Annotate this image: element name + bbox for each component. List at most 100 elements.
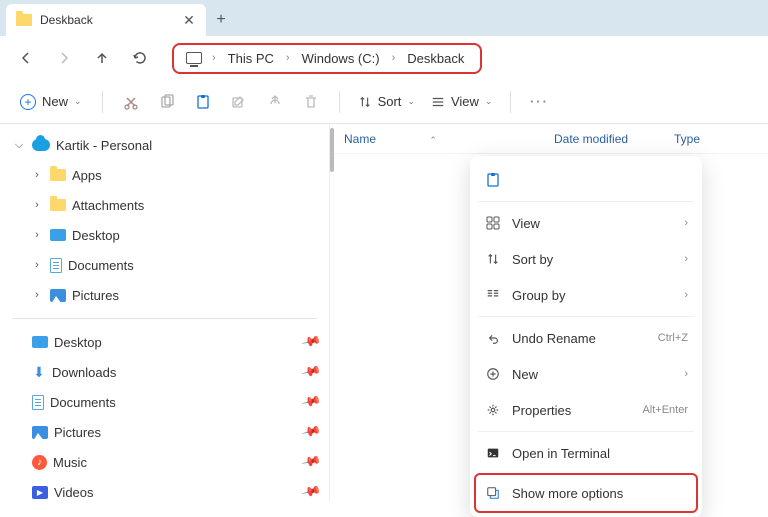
breadcrumb-drive[interactable]: Windows (C:) xyxy=(298,49,384,68)
chevron-right-icon: › xyxy=(388,52,400,64)
tree-onedrive-root[interactable]: ⌵ Kartik - Personal xyxy=(0,130,329,160)
folder-icon xyxy=(16,14,32,26)
ctx-group[interactable]: Group by › xyxy=(476,277,696,313)
more-options-icon xyxy=(484,484,502,502)
view-button[interactable]: View ⌄ xyxy=(425,90,499,113)
ctx-undo[interactable]: Undo Rename Ctrl+Z xyxy=(476,320,696,356)
tree-label: Apps xyxy=(72,168,319,183)
ctx-sort[interactable]: Sort by › xyxy=(476,241,696,277)
column-date[interactable]: Date modified xyxy=(554,132,674,146)
view-icon xyxy=(431,95,445,109)
chevron-right-icon[interactable]: › xyxy=(30,229,44,241)
breadcrumb-folder[interactable]: Deskback xyxy=(403,49,468,68)
pin-icon: 📌 xyxy=(300,451,322,473)
ctx-properties[interactable]: Properties Alt+Enter xyxy=(476,392,696,428)
new-tab-button[interactable]: + xyxy=(206,4,236,36)
ctx-paste[interactable] xyxy=(476,162,696,198)
plus-icon xyxy=(484,365,502,383)
ctx-label: Properties xyxy=(512,403,632,418)
tree-label: Attachments xyxy=(72,198,319,213)
desktop-icon xyxy=(50,229,66,241)
folder-icon xyxy=(50,199,66,211)
sort-button[interactable]: Sort ⌄ xyxy=(352,90,421,113)
ctx-label: Show more options xyxy=(512,486,688,501)
copy-button[interactable] xyxy=(151,86,183,118)
tree-label: Pictures xyxy=(72,288,319,303)
pc-icon xyxy=(186,52,202,64)
sort-label: Sort xyxy=(378,94,402,109)
properties-icon xyxy=(484,401,502,419)
undo-icon xyxy=(484,329,502,347)
new-button[interactable]: + New ⌄ xyxy=(12,90,90,114)
column-name[interactable]: Name ⌃ xyxy=(344,132,554,146)
cut-button[interactable] xyxy=(115,86,147,118)
refresh-button[interactable] xyxy=(124,42,156,74)
chevron-right-icon[interactable]: › xyxy=(30,199,44,211)
tab-title: Deskback xyxy=(40,13,182,27)
ctx-label: Undo Rename xyxy=(512,331,648,346)
sort-icon xyxy=(358,95,372,109)
tree-pictures[interactable]: › Pictures xyxy=(0,280,329,310)
pin-icon: 📌 xyxy=(300,391,322,413)
chevron-right-icon[interactable]: › xyxy=(30,289,44,301)
tree-attachments[interactable]: › Attachments xyxy=(0,190,329,220)
navigation-tree: ⌵ Kartik - Personal › Apps › Attachments… xyxy=(0,124,330,502)
quick-desktop[interactable]: › Desktop 📌 xyxy=(0,327,329,357)
close-tab-button[interactable]: ✕ xyxy=(182,13,196,27)
music-icon: ♪ xyxy=(32,455,47,470)
tree-documents[interactable]: › Documents xyxy=(0,250,329,280)
ctx-label: Sort by xyxy=(512,252,674,267)
chevron-right-icon: › xyxy=(282,52,294,64)
chevron-right-icon[interactable]: › xyxy=(30,259,44,271)
chevron-down-icon[interactable]: ⌵ xyxy=(12,139,26,152)
tree-label: Desktop xyxy=(72,228,319,243)
tree-label: Documents xyxy=(68,258,319,273)
ctx-show-more[interactable]: Show more options xyxy=(476,475,696,511)
tree-apps[interactable]: › Apps xyxy=(0,160,329,190)
ctx-terminal[interactable]: Open in Terminal xyxy=(476,435,696,471)
quick-videos[interactable]: › ▶ Videos 📌 xyxy=(0,477,329,502)
pin-icon: 📌 xyxy=(300,361,322,383)
share-button[interactable] xyxy=(259,86,291,118)
tree-label: Kartik - Personal xyxy=(56,138,319,153)
ctx-shortcut: Ctrl+Z xyxy=(658,332,688,344)
tree-label: Videos xyxy=(54,485,297,500)
ctx-shortcut: Alt+Enter xyxy=(642,404,688,416)
tree-label: Desktop xyxy=(54,335,297,350)
paste-icon xyxy=(484,171,502,189)
quick-documents[interactable]: › Documents 📌 xyxy=(0,387,329,417)
quick-pictures[interactable]: › Pictures 📌 xyxy=(0,417,329,447)
quick-music[interactable]: › ♪ Music 📌 xyxy=(0,447,329,477)
ctx-label: View xyxy=(512,216,674,231)
breadcrumb[interactable]: › This PC › Windows (C:) › Deskback xyxy=(172,43,482,74)
rename-button[interactable] xyxy=(223,86,255,118)
file-list-area[interactable]: Name ⌃ Date modified Type View › xyxy=(330,124,768,502)
back-button[interactable] xyxy=(10,42,42,74)
pictures-icon xyxy=(32,426,48,439)
ctx-label: New xyxy=(512,367,674,382)
breadcrumb-this-pc[interactable]: This PC xyxy=(224,49,278,68)
up-button[interactable] xyxy=(86,42,118,74)
paste-button[interactable] xyxy=(187,86,219,118)
plus-circle-icon: + xyxy=(20,94,36,110)
tree-desktop[interactable]: › Desktop xyxy=(0,220,329,250)
ctx-view[interactable]: View › xyxy=(476,205,696,241)
video-icon: ▶ xyxy=(32,486,48,499)
column-type[interactable]: Type xyxy=(674,132,700,146)
delete-button[interactable] xyxy=(295,86,327,118)
pin-icon: 📌 xyxy=(300,481,322,502)
chevron-right-icon: › xyxy=(208,52,220,64)
terminal-icon xyxy=(484,444,502,462)
quick-downloads[interactable]: › ⬇ Downloads 📌 xyxy=(0,357,329,387)
chevron-right-icon: › xyxy=(684,368,688,380)
chevron-down-icon: ⌄ xyxy=(74,96,82,107)
document-icon xyxy=(50,258,62,273)
window-tab[interactable]: Deskback ✕ xyxy=(6,4,206,36)
tree-label: Documents xyxy=(50,395,297,410)
chevron-right-icon: › xyxy=(684,289,688,301)
sort-icon xyxy=(484,250,502,268)
more-button[interactable]: ··· xyxy=(523,86,555,118)
chevron-right-icon[interactable]: › xyxy=(30,169,44,181)
ctx-new[interactable]: New › xyxy=(476,356,696,392)
forward-button[interactable] xyxy=(48,42,80,74)
